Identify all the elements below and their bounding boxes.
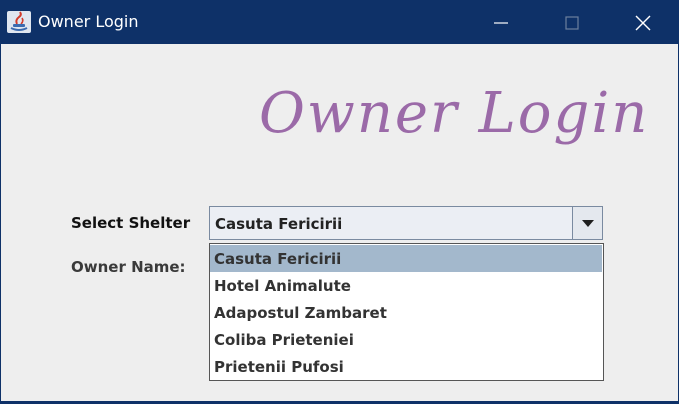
page-title: Owner Login [259, 81, 650, 146]
chevron-down-icon [581, 220, 594, 227]
app-window: Owner Login Owner Login Select Shelter O… [0, 0, 679, 402]
dropdown-option[interactable]: Casuta Fericirii [210, 245, 602, 272]
window-title: Owner Login [38, 12, 139, 31]
select-shelter-label: Select Shelter [71, 214, 191, 232]
login-panel: Owner Login Select Shelter Owner Name: C… [2, 44, 678, 401]
maximize-button[interactable] [542, 1, 602, 44]
shelter-dropdown-list: Casuta Fericirii Hotel Animalute Adapost… [209, 243, 604, 381]
minimize-button[interactable] [471, 1, 531, 44]
dropdown-option-label: Adapostul Zambaret [214, 304, 387, 322]
dropdown-option[interactable]: Hotel Animalute [210, 272, 603, 299]
shelter-select[interactable]: Casuta Fericirii [209, 206, 603, 240]
dropdown-option-label: Casuta Fericirii [214, 250, 342, 268]
dropdown-option[interactable]: Prietenii Pufosi [210, 353, 603, 380]
dropdown-option[interactable]: Coliba Prieteniei [210, 326, 603, 353]
owner-name-label: Owner Name: [71, 258, 186, 276]
dropdown-option-label: Hotel Animalute [214, 277, 351, 295]
close-button[interactable] [613, 1, 673, 44]
dropdown-option-label: Coliba Prieteniei [214, 331, 354, 349]
dropdown-arrow-button[interactable] [572, 207, 602, 239]
dropdown-option[interactable]: Adapostul Zambaret [210, 299, 603, 326]
java-app-icon [7, 11, 31, 33]
dropdown-option-label: Prietenii Pufosi [214, 358, 344, 376]
minimize-icon [494, 21, 508, 24]
title-bar[interactable]: Owner Login [1, 1, 679, 44]
shelter-select-value: Casuta Fericirii [215, 215, 343, 233]
close-icon [635, 15, 651, 30]
maximize-icon [565, 15, 579, 30]
